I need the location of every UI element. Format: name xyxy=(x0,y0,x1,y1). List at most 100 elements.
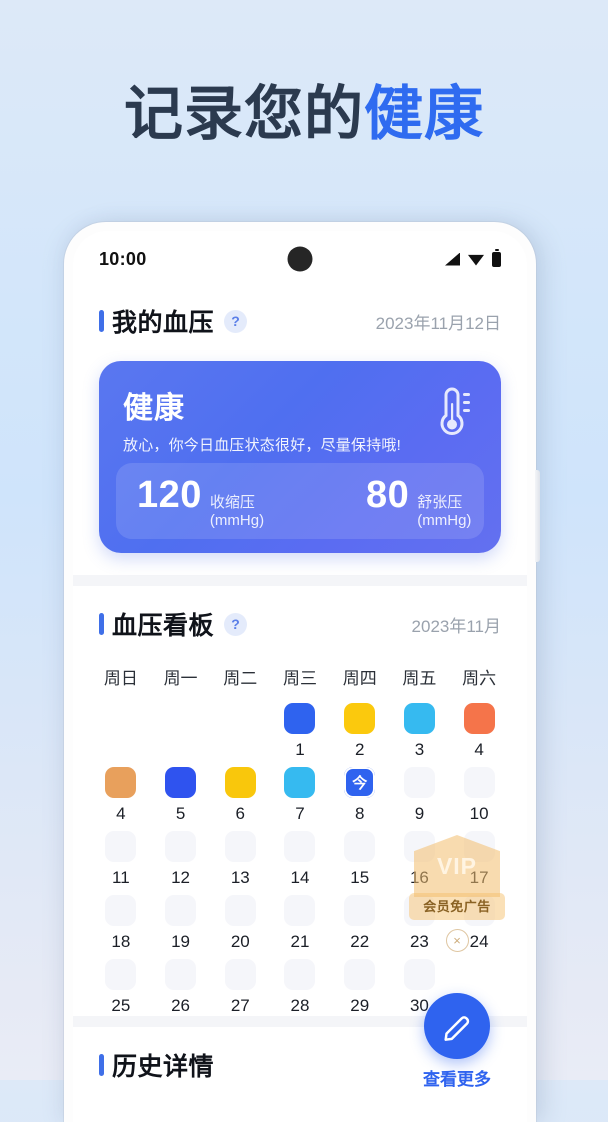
calendar-day-number: 4 xyxy=(116,804,126,823)
calendar-day-chip xyxy=(284,703,316,734)
calendar-day-cell[interactable]: 7 xyxy=(270,767,330,824)
calendar-day-number: 27 xyxy=(230,996,250,1015)
calendar-section-header: 血压看板 ? 2023年11月 xyxy=(73,606,527,642)
calendar-day-cell[interactable]: 4 xyxy=(449,703,509,760)
calendar-day-cell[interactable]: 12 xyxy=(151,831,211,888)
view-more-fab-wrapper[interactable]: 查看更多 xyxy=(411,993,503,1090)
calendar-day-chip xyxy=(105,831,137,862)
blood-pressure-section: 我的血压 ? 2023年11月12日 健康 放心，你今日血压状态很好，尽量保持哦… xyxy=(73,287,527,575)
vip-ad-overlay[interactable]: VIP 会员免广告 × xyxy=(409,835,505,952)
calendar-day-number: 12 xyxy=(171,868,191,887)
calendar-day-cell[interactable]: 19 xyxy=(151,895,211,952)
view-more-label: 查看更多 xyxy=(423,1070,491,1089)
calendar-day-cell[interactable]: 今8 xyxy=(330,767,390,824)
today-marker: 今 xyxy=(344,767,376,798)
calendar-day-chip xyxy=(224,959,256,990)
calendar-day-chip xyxy=(224,895,256,926)
calendar-day-cell[interactable]: 20 xyxy=(210,895,270,952)
calendar-day-number: 7 xyxy=(295,804,305,823)
calendar-weekday-0: 周日 xyxy=(103,669,138,688)
calendar-weekday-header: 周日 周一 周二 周三 周四 周五 周六 xyxy=(73,664,527,689)
calendar-day-cell[interactable]: 5 xyxy=(151,767,211,824)
close-icon[interactable]: × xyxy=(445,929,469,952)
calendar-day-number: 5 xyxy=(175,804,186,823)
calendar-day-number: 10 xyxy=(469,804,489,823)
bp-section-title: 我的血压 xyxy=(112,309,215,337)
status-bar: 10:00 xyxy=(73,231,527,287)
calendar-day-cell[interactable]: 14 xyxy=(270,831,330,888)
calendar-day-cell[interactable]: 25 xyxy=(91,959,151,1016)
calendar-day-number: 21 xyxy=(290,932,310,951)
calendar-day-number: 8 xyxy=(354,804,365,823)
phone-mockup: 10:00 我的血压 ? 2023年11月12日 健康 放心，你今日血压状态很好… xyxy=(64,222,540,1122)
calendar-day-chip xyxy=(284,895,316,926)
pencil-icon xyxy=(443,1015,469,1041)
calendar-day-number: 1 xyxy=(295,740,305,759)
calendar-day-chip xyxy=(344,831,376,862)
calendar-day-chip xyxy=(224,767,256,798)
calendar-day-cell[interactable]: 11 xyxy=(91,831,151,888)
calendar-day-chip xyxy=(403,767,435,798)
vip-ad-ribbon-label: 会员免广告 xyxy=(409,893,505,920)
calendar-day-cell[interactable]: 28 xyxy=(270,959,330,1016)
calendar-day-number: 2 xyxy=(354,740,365,759)
bp-status-message: 放心，你今日血压状态很好，尽量保持哦! xyxy=(123,437,401,454)
calendar-day-cell[interactable]: 2 xyxy=(330,703,390,760)
calendar-day-chip xyxy=(105,959,137,990)
calendar-day-number: 26 xyxy=(171,996,191,1015)
calendar-day-cell[interactable]: 6 xyxy=(210,767,270,824)
calendar-day-number: 13 xyxy=(230,868,250,887)
calendar-day-cell[interactable]: 3 xyxy=(390,703,450,760)
battery-icon xyxy=(492,251,501,267)
edit-fab-button[interactable] xyxy=(424,993,490,1059)
help-icon[interactable]: ? xyxy=(224,309,248,333)
phone-screen: 10:00 我的血压 ? 2023年11月12日 健康 放心，你今日血压状态很好… xyxy=(73,231,527,1122)
section-accent-bar xyxy=(99,310,104,332)
calendar-day-number: 22 xyxy=(350,932,370,951)
calendar-day-cell[interactable]: 26 xyxy=(151,959,211,1016)
calendar-day-cell[interactable]: 21 xyxy=(270,895,330,952)
calendar-day-cell[interactable]: 4 xyxy=(91,767,151,824)
calendar-day-number: 29 xyxy=(350,996,370,1015)
calendar-day-chip xyxy=(463,767,495,798)
calendar-day-cell[interactable]: 27 xyxy=(210,959,270,1016)
bp-section-date: 2023年11月12日 xyxy=(375,313,501,333)
calendar-day-number: 6 xyxy=(235,804,246,823)
status-bar-icons xyxy=(445,251,501,267)
calendar-day-cell[interactable]: 1 xyxy=(270,703,330,760)
headline-accent: 健康 xyxy=(364,81,485,147)
thermometer-icon xyxy=(440,387,470,435)
help-icon[interactable]: ? xyxy=(224,612,248,636)
history-section-title: 历史详情 xyxy=(112,1053,215,1081)
calendar-day-chip xyxy=(224,831,256,862)
calendar-day-chip xyxy=(165,895,197,926)
blood-pressure-card[interactable]: 健康 放心，你今日血压状态很好，尽量保持哦! 120 收缩压(mmHg) 80 … xyxy=(99,361,501,553)
calendar-day-chip xyxy=(463,703,495,734)
calendar-day-number: 9 xyxy=(414,804,425,823)
calendar-day-cell[interactable]: 9 xyxy=(390,767,450,824)
calendar-day-cell[interactable]: 22 xyxy=(330,895,390,952)
calendar-day-chip xyxy=(284,959,316,990)
calendar-day-chip xyxy=(165,767,197,798)
calendar-day-cell[interactable]: 29 xyxy=(330,959,390,1016)
page-headline: 记录您的健康 xyxy=(0,82,608,147)
wifi-icon xyxy=(468,254,484,266)
section-accent-bar xyxy=(99,613,104,635)
phone-side-button[interactable] xyxy=(535,470,540,562)
calendar-day-chip xyxy=(344,703,376,734)
calendar-day-cell[interactable]: 10 xyxy=(449,767,509,824)
calendar-weekday-4: 周四 xyxy=(342,669,377,688)
calendar-day-number: 25 xyxy=(111,996,131,1015)
calendar-day-cell[interactable]: 13 xyxy=(210,831,270,888)
diastolic-group: 80 舒张压(mmHg) xyxy=(366,474,484,529)
calendar-day-chip xyxy=(165,831,197,862)
calendar-day-chip xyxy=(344,959,376,990)
calendar-day-cell[interactable]: 15 xyxy=(330,831,390,888)
calendar-day-cell[interactable]: 18 xyxy=(91,895,151,952)
bp-values-panel: 120 收缩压(mmHg) 80 舒张压(mmHg) xyxy=(116,463,484,539)
vip-badge[interactable]: VIP xyxy=(414,835,500,897)
calendar-day-chip xyxy=(105,895,137,926)
calendar-day-number: 15 xyxy=(350,868,370,887)
calendar-day-number: 18 xyxy=(111,932,131,951)
systolic-value: 120 xyxy=(137,473,202,516)
